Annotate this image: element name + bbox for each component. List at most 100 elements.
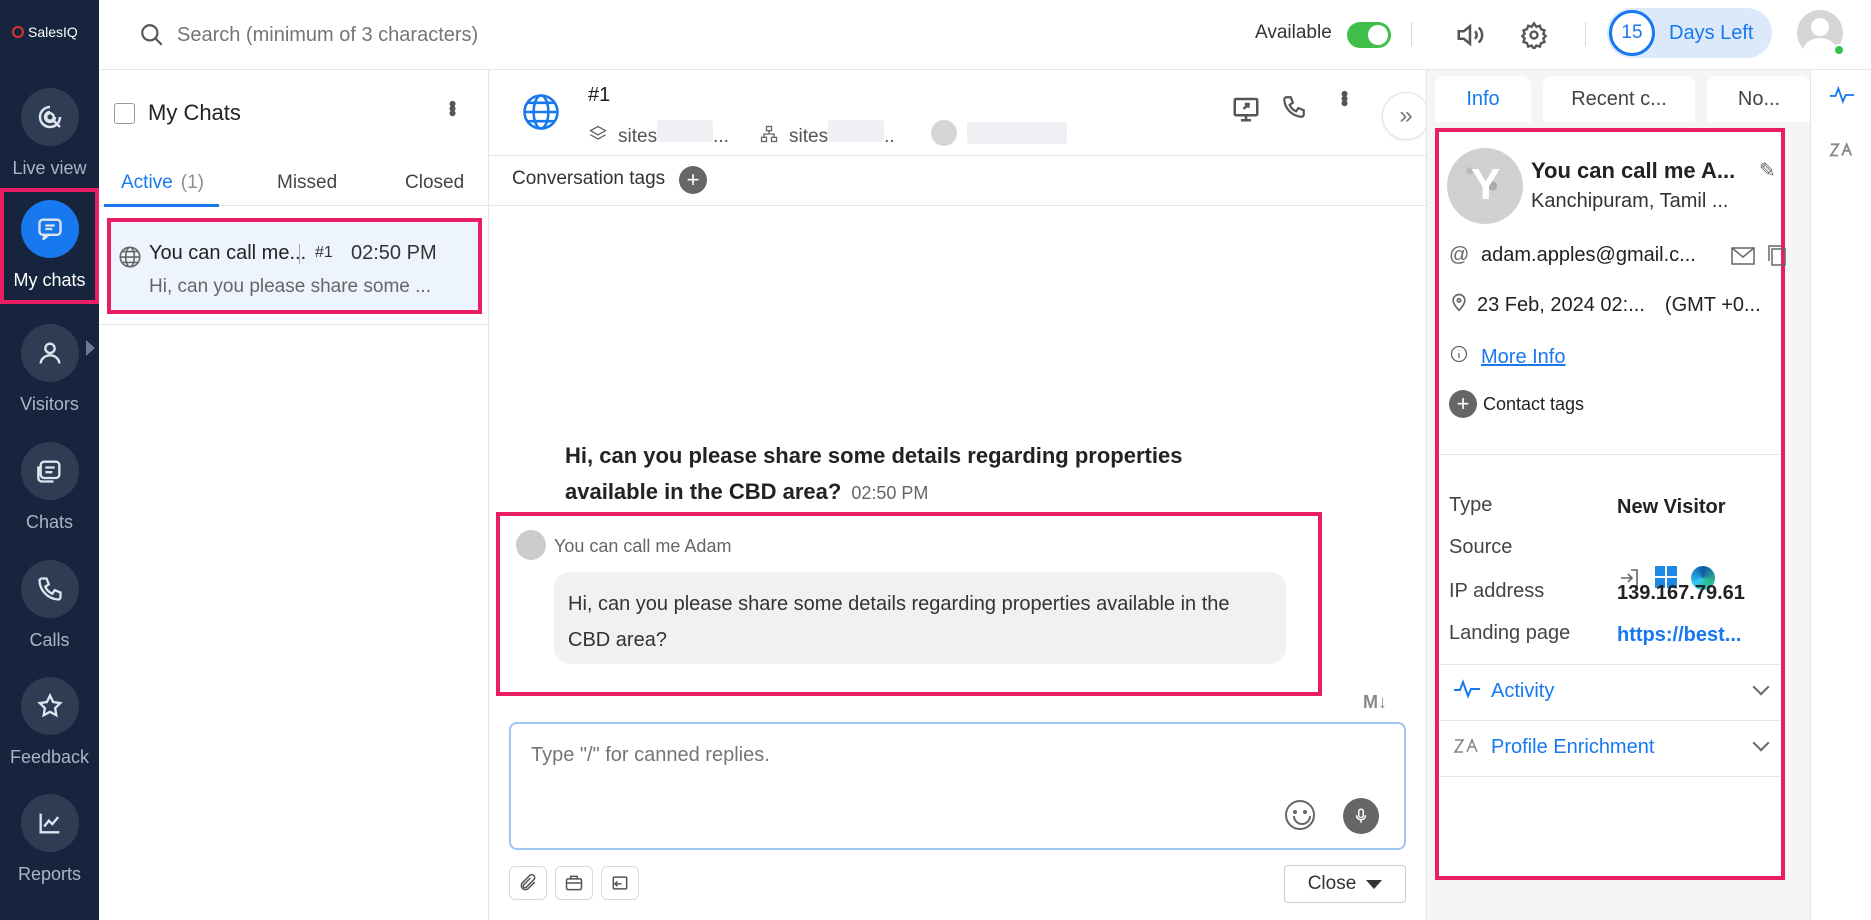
chat-list-item[interactable]: You can call me... #1 02:50 PM Hi, can y…: [107, 218, 482, 314]
info-icon: [1449, 344, 1473, 370]
tab-closed[interactable]: Closed: [405, 172, 464, 194]
tab-recent-chats[interactable]: Recent c...: [1543, 76, 1695, 122]
section-activity[interactable]: Activity: [1439, 664, 1781, 718]
chats-icon: [20, 442, 79, 500]
operator-avatar: [931, 120, 957, 146]
chat-item-name: You can call me...: [149, 242, 307, 264]
tab-notes[interactable]: No...: [1707, 76, 1811, 122]
chat-bubble-icon: [20, 200, 79, 258]
trial-days-text: Days Left: [1669, 21, 1754, 44]
globe-icon: [519, 90, 563, 139]
at-sign-icon: @: [1449, 244, 1470, 266]
rail-item-calls[interactable]: Calls: [0, 548, 99, 656]
expand-arrow-icon[interactable]: [86, 340, 95, 356]
rail-item-my-chats[interactable]: My chats: [0, 188, 99, 304]
sound-icon[interactable]: [1453, 18, 1487, 52]
trial-days-count: 15: [1609, 10, 1655, 56]
divider: [99, 324, 489, 325]
online-status-dot: [1833, 44, 1845, 56]
rail-item-reports[interactable]: Reports: [0, 782, 99, 890]
microphone-icon[interactable]: [1343, 798, 1379, 834]
tab-info[interactable]: Info: [1435, 76, 1531, 122]
call-icon[interactable]: [1281, 94, 1307, 125]
close-chat-button[interactable]: Close: [1284, 865, 1406, 903]
mail-icon[interactable]: [1731, 246, 1755, 272]
chevron-down-icon: [1752, 678, 1770, 696]
message-bubble: Hi, can you please share some details re…: [554, 572, 1286, 664]
visitor-email[interactable]: adam.apples@gmail.c...: [1481, 244, 1696, 267]
contact-tags-label: Contact tags: [1483, 393, 1585, 414]
section-profile-enrichment[interactable]: Profile Enrichment: [1439, 720, 1781, 774]
chat-list-panel: My Chats ••• Active (1) Missed Closed You…: [99, 70, 489, 920]
screen-share-icon[interactable]: [1231, 94, 1261, 129]
field-ip-label: IP address: [1449, 580, 1545, 602]
transfer-icon[interactable]: [601, 866, 639, 900]
active-tab-underline: [104, 204, 219, 207]
copy-icon[interactable]: [1767, 244, 1787, 272]
settings-gear-icon[interactable]: [1517, 18, 1551, 52]
more-info-row: More Info: [1449, 344, 1565, 370]
field-landing-value[interactable]: https://best...: [1617, 624, 1741, 647]
message-input[interactable]: [531, 744, 1231, 784]
rail-item-live-view[interactable]: Live view: [0, 76, 99, 184]
section-profile-enrichment-label: Profile Enrichment: [1491, 736, 1655, 758]
brand-logo: SalesIQ: [12, 24, 78, 40]
emoji-icon[interactable]: [1285, 800, 1315, 830]
search-input[interactable]: [177, 16, 777, 54]
field-landing-label: Landing page: [1449, 622, 1571, 644]
availability-toggle[interactable]: [1347, 22, 1391, 48]
canned-response-icon[interactable]: [555, 866, 593, 900]
message-composer: [509, 722, 1406, 850]
more-options-icon[interactable]: •••: [439, 100, 465, 114]
add-tag-icon[interactable]: +: [679, 166, 707, 194]
meta-site: sites...: [588, 120, 729, 148]
edit-pencil-icon[interactable]: ✎: [1759, 158, 1776, 183]
select-all-checkbox[interactable]: [114, 103, 135, 124]
left-nav-rail: SalesIQ Live view My chats Visitors Chat…: [0, 0, 99, 920]
hierarchy-icon: [760, 125, 778, 143]
visitor-info-card: You can call me A... ✎ Kanchipuram, Tami…: [1435, 128, 1786, 880]
visitor-avatar: [1447, 148, 1523, 224]
field-source-label: Source: [1449, 536, 1513, 558]
visit-time-row: 23 Feb, 2024 02:... (GMT +0...: [1449, 292, 1761, 318]
chevron-down-icon: [1366, 879, 1383, 889]
tab-missed[interactable]: Missed: [277, 172, 337, 194]
divider: [1411, 22, 1412, 46]
conversation-panel: #1 sites... sites.. ••• » Conversation t…: [489, 70, 1430, 920]
visitor-name: You can call me A...: [1531, 158, 1736, 183]
app-window: SalesIQ Live view My chats Visitors Chat…: [0, 0, 1871, 920]
person-icon: [20, 324, 79, 382]
right-shortcut-strip: [1810, 70, 1871, 920]
enrichment-shortcut-icon[interactable]: [1829, 138, 1855, 165]
rail-item-visitors[interactable]: Visitors: [0, 312, 99, 420]
globe-icon: [117, 244, 143, 275]
more-info-link[interactable]: More Info: [1481, 346, 1565, 369]
tab-active[interactable]: Active (1): [121, 172, 204, 194]
contact-tags-row: + Contact tags: [1449, 390, 1584, 418]
rail-item-feedback[interactable]: Feedback: [0, 665, 99, 773]
headline-message: Hi, can you please share some details re…: [565, 443, 1183, 504]
reports-icon: [20, 794, 79, 852]
phone-icon: [20, 560, 79, 618]
enrichment-icon: [1453, 734, 1485, 761]
top-bar: Available 15 Days Left: [99, 0, 1871, 70]
location-clock-icon: [1449, 292, 1473, 318]
activity-shortcut-icon[interactable]: [1829, 84, 1855, 111]
visitor-message: You can call me Adam Hi, can you please …: [496, 512, 1322, 696]
divider: [1585, 22, 1586, 46]
add-contact-tag-icon[interactable]: +: [1449, 390, 1477, 418]
availability-label: Available: [1255, 22, 1332, 43]
expand-panel-button[interactable]: »: [1382, 92, 1430, 140]
rail-item-chats[interactable]: Chats: [0, 430, 99, 538]
activity-icon: [1453, 678, 1485, 705]
field-type-value: New Visitor: [1617, 496, 1726, 518]
trial-days-badge[interactable]: 15 Days Left: [1607, 8, 1772, 58]
markdown-badge[interactable]: M↓: [1363, 692, 1387, 713]
visitor-info-panel: Info Recent c... No... You can call me A…: [1426, 70, 1811, 920]
more-options-icon[interactable]: •••: [1331, 90, 1357, 104]
divider: [299, 244, 300, 264]
attachment-icon[interactable]: [509, 866, 547, 900]
email-row: @ adam.apples@gmail.c...: [1449, 244, 1786, 267]
live-view-icon: [20, 88, 79, 146]
visit-date: 23 Feb, 2024 02:...: [1477, 293, 1645, 316]
